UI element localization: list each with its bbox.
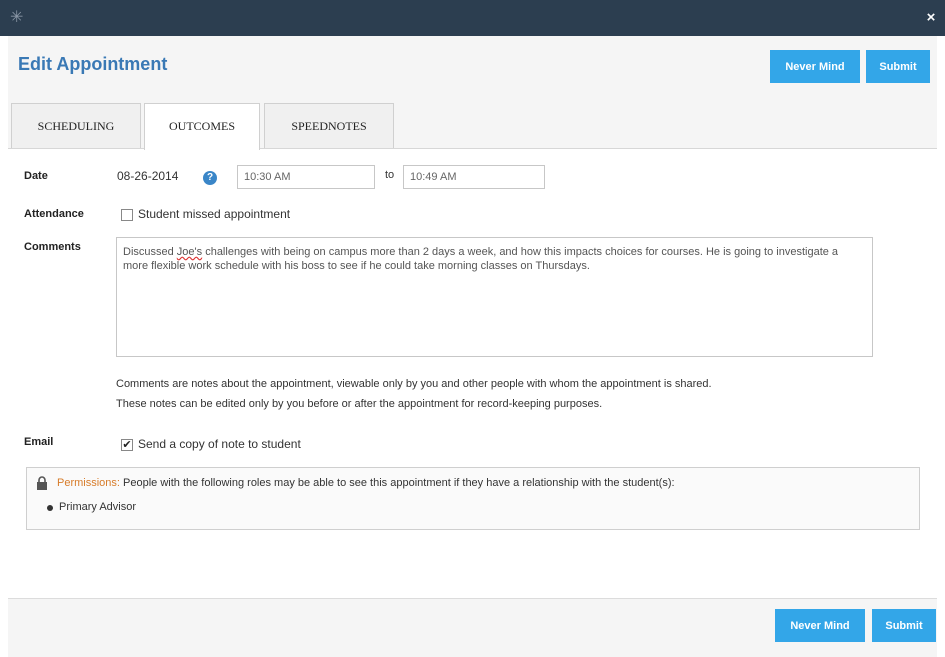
- tab-bar: SCHEDULING OUTCOMES SPEEDNOTES: [8, 98, 937, 150]
- page-title: Edit Appointment: [18, 54, 168, 74]
- email-checkbox[interactable]: ✔: [121, 439, 133, 451]
- end-time-input[interactable]: 10:49 AM: [403, 165, 545, 189]
- date-value: 08-26-2014: [117, 169, 179, 183]
- email-label: Email: [24, 436, 54, 448]
- help-icon[interactable]: ?: [203, 171, 217, 185]
- date-label: Date: [24, 170, 48, 182]
- submit-button[interactable]: Submit: [866, 50, 930, 83]
- dialog-header: Edit Appointment Never Mind Submit: [8, 36, 937, 98]
- comments-note-line-2: These notes can be edited only by you be…: [116, 398, 603, 410]
- permissions-label: Permissions:: [57, 477, 120, 489]
- bullet-icon: [47, 505, 53, 511]
- attendance-option: Student missed appointment: [138, 207, 291, 221]
- permissions-box: Permissions: People with the following r…: [26, 467, 920, 530]
- window-titlebar: ✳ ×: [0, 0, 945, 36]
- email-option: Send a copy of note to student: [138, 437, 301, 451]
- comments-note: Comments are notes about the appointment…: [116, 374, 916, 414]
- to-label: to: [385, 169, 395, 181]
- footer-submit-button[interactable]: Submit: [872, 609, 936, 642]
- never-mind-button[interactable]: Never Mind: [770, 50, 860, 83]
- comments-text-rest: challenges with being on campus more tha…: [123, 246, 839, 272]
- permissions-text: Permissions: People with the following r…: [57, 477, 675, 489]
- attendance-checkbox[interactable]: [121, 209, 133, 221]
- comments-text-misspelled: Joe's: [176, 246, 203, 258]
- lock-icon: [37, 476, 47, 490]
- comments-textarea[interactable]: Discussed Joe's challenges with being on…: [116, 237, 873, 357]
- app-logo-icon: ✳: [10, 9, 24, 26]
- dialog-footer: Never Mind Submit: [8, 598, 937, 657]
- comments-text-start: Discussed: [123, 246, 177, 258]
- comments-label: Comments: [24, 241, 81, 253]
- permission-role: Primary Advisor: [59, 501, 137, 513]
- start-time-input[interactable]: 10:30 AM: [237, 165, 375, 189]
- comments-note-line-1: Comments are notes about the appointment…: [116, 378, 712, 390]
- footer-never-mind-button[interactable]: Never Mind: [775, 609, 865, 642]
- attendance-label: Attendance: [24, 208, 84, 220]
- permissions-description: People with the following roles may be a…: [119, 477, 675, 489]
- tab-outcomes[interactable]: OUTCOMES: [144, 103, 260, 150]
- close-icon[interactable]: ×: [923, 9, 939, 27]
- tab-speednotes[interactable]: SPEEDNOTES: [264, 103, 394, 148]
- tab-scheduling[interactable]: SCHEDULING: [11, 103, 141, 148]
